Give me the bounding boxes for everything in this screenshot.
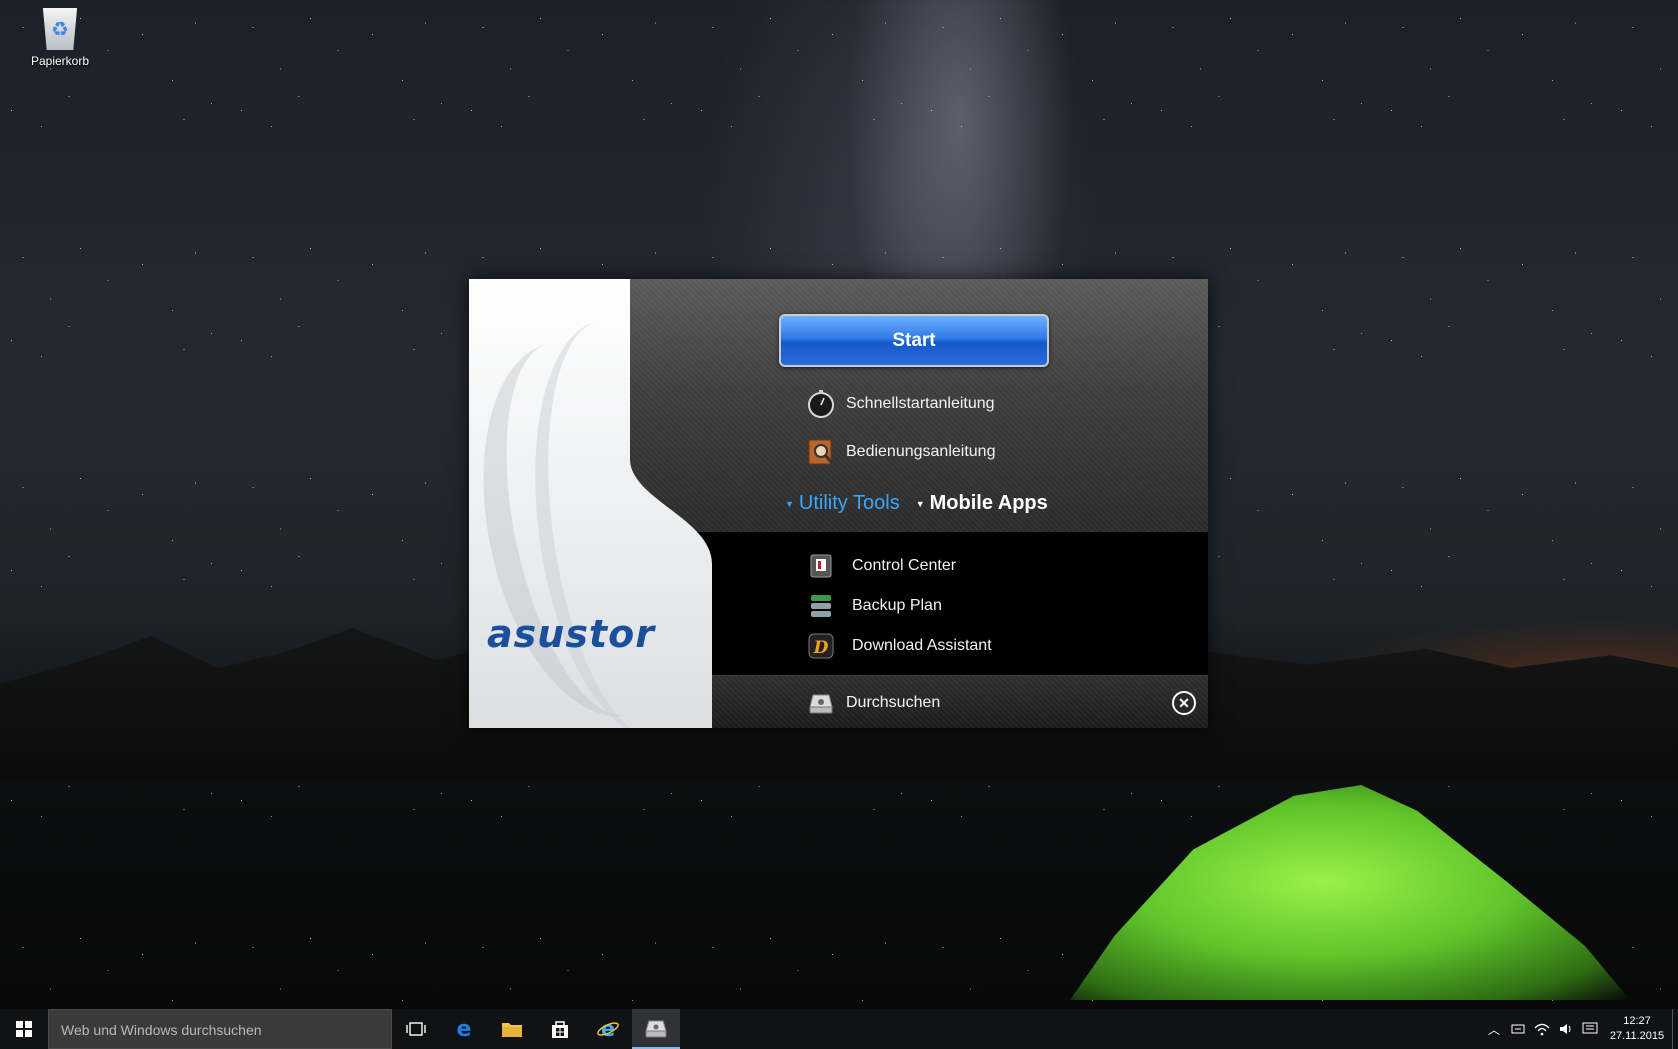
volume-icon[interactable] (1554, 1022, 1578, 1036)
taskbar: Web und Windows durchsuchen e e ︿ 12:27 … (0, 1009, 1678, 1049)
close-icon[interactable]: ✕ (1172, 691, 1196, 715)
utility-item-control-center[interactable]: Control Center (806, 551, 956, 581)
taskbar-search-input[interactable]: Web und Windows durchsuchen (48, 1009, 392, 1049)
tab-mobile-apps[interactable]: ▼ Mobile Apps (916, 492, 1048, 515)
browse-button[interactable]: Durchsuchen (806, 688, 940, 718)
user-manual-label: Bedienungsanleitung (846, 443, 996, 460)
internet-explorer-icon: e (597, 1018, 619, 1040)
edge-icon: e (457, 1018, 472, 1040)
taskbar-clock[interactable]: 12:27 27.11.2015 (1602, 1014, 1672, 1044)
internet-explorer-button[interactable]: e (584, 1009, 632, 1049)
action-center-icon[interactable] (1578, 1022, 1602, 1036)
tab-utility-tools-label: Utility Tools (798, 492, 900, 514)
task-view-button[interactable] (392, 1009, 440, 1049)
backup-plan-icon (806, 591, 836, 621)
folder-icon (502, 1023, 522, 1037)
utility-item-label: Control Center (852, 557, 957, 574)
chevron-up-icon[interactable]: ︿ (1482, 1021, 1506, 1038)
quick-start-guide-label: Schnellstartanleitung (846, 395, 995, 412)
clock-time: 12:27 (1623, 1015, 1651, 1027)
clock-date: 27.11.2015 (1609, 1030, 1665, 1042)
drive-icon (806, 688, 836, 718)
utility-item-label: Download Assistant (852, 637, 992, 654)
user-manual-link[interactable]: Bedienungsanleitung (806, 437, 995, 467)
utility-item-download-assistant[interactable]: D Download Assistant (806, 631, 992, 661)
windows-logo-icon (16, 1021, 32, 1037)
file-explorer-button[interactable] (488, 1009, 536, 1049)
edge-browser-button[interactable]: e (440, 1009, 488, 1049)
recycle-bin-label: Papierkorb (30, 54, 90, 68)
tab-arrow-icon: ▼ (915, 498, 925, 509)
store-button[interactable] (536, 1009, 584, 1049)
tab-arrow-icon: ▼ (785, 498, 794, 509)
windows-start-button[interactable] (0, 1009, 48, 1049)
tab-utility-tools[interactable]: ▼ Utility Tools (785, 492, 900, 515)
system-tray: ︿ 12:27 27.11.2015 (1482, 1009, 1678, 1049)
tool-tabs: ▼ Utility Tools ▼ Mobile Apps (785, 492, 1048, 515)
recycle-bin-icon: ♻ (42, 8, 78, 50)
stopwatch-icon (806, 389, 836, 419)
store-bag-icon (552, 1021, 568, 1038)
utility-item-backup-plan[interactable]: Backup Plan (806, 591, 942, 621)
network-adapter-icon[interactable] (1506, 1022, 1530, 1036)
download-assistant-icon: D (806, 631, 836, 661)
task-view-icon (406, 1022, 426, 1036)
tab-mobile-apps-label: Mobile Apps (929, 492, 1048, 514)
start-button[interactable]: Start (779, 314, 1049, 367)
show-desktop-button[interactable] (1672, 1009, 1678, 1049)
asustor-logo: asustor (487, 612, 655, 656)
control-center-icon (806, 551, 836, 581)
asustor-launcher-dialog: asustor Start Schnellstartanleitung Bedi… (469, 279, 1208, 728)
svg-text:e: e (601, 1018, 615, 1040)
svg-text:D: D (813, 638, 829, 658)
recycle-bin-desktop-icon[interactable]: ♻ Papierkorb (22, 8, 98, 68)
utility-item-label: Backup Plan (852, 597, 942, 614)
asustor-launcher-taskbar-button[interactable] (632, 1009, 680, 1049)
drive-icon (645, 1020, 667, 1038)
quick-start-guide-link[interactable]: Schnellstartanleitung (806, 389, 995, 419)
manual-book-icon (806, 437, 836, 467)
svg-text:e: e (457, 1018, 472, 1040)
browse-label: Durchsuchen (846, 694, 941, 711)
wifi-icon[interactable] (1530, 1022, 1554, 1036)
